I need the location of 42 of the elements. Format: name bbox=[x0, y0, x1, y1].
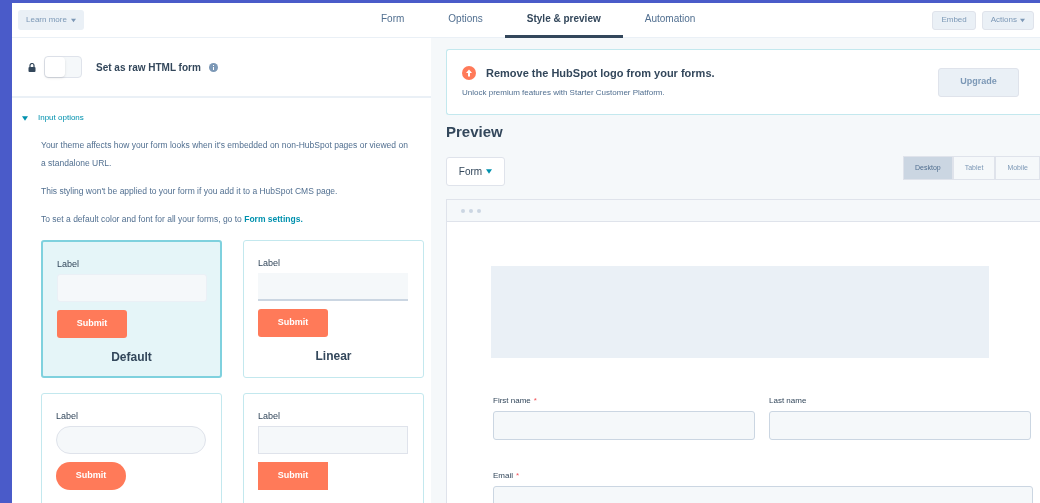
banner-text: Unlock premium features with Starter Customer Platform. bbox=[462, 87, 666, 100]
caret-icon bbox=[22, 115, 28, 121]
text-input[interactable] bbox=[493, 411, 755, 440]
form-field-label: First name bbox=[493, 395, 531, 407]
lock-icon bbox=[28, 62, 36, 72]
field-label: Label bbox=[258, 257, 282, 269]
form-field-label: Email bbox=[493, 470, 513, 482]
banner-title: Remove the HubSpot logo from your forms. bbox=[486, 65, 715, 81]
tab[interactable]: Form bbox=[359, 2, 427, 38]
tab[interactable]: Options bbox=[426, 2, 505, 38]
style-card[interactable]: Label Submit bbox=[243, 393, 424, 503]
window-dots-icon bbox=[461, 208, 481, 213]
description-text: This styling won't be applied to your form if you add it to a HubSpot CMS page. bbox=[41, 185, 339, 198]
form-field-label: Last name bbox=[769, 395, 807, 407]
required-mark: * bbox=[533, 395, 537, 407]
field-label: Label bbox=[57, 258, 81, 270]
preview-heading: Preview bbox=[446, 123, 504, 141]
section-toggle[interactable]: Input options bbox=[22, 112, 421, 124]
field-label: Label bbox=[56, 410, 80, 422]
toggle-label: Set as raw HTML form bbox=[96, 60, 201, 75]
style-card[interactable]: Label Submit Default bbox=[41, 240, 222, 378]
description-text: Your theme affects how your form looks when it's embedded on non-HubSpot pages or viewed on a standalone URL. bbox=[41, 139, 409, 170]
text-input[interactable] bbox=[769, 411, 1031, 440]
toggle-switch[interactable] bbox=[44, 56, 82, 78]
style-card[interactable]: Label Submit Linear bbox=[243, 240, 424, 378]
caret-icon bbox=[486, 169, 493, 174]
submit-button: Submit bbox=[57, 310, 127, 338]
settings-link[interactable]: Form settings. bbox=[244, 214, 303, 224]
caret-icon bbox=[70, 17, 76, 23]
submit-button: Submit bbox=[258, 309, 328, 337]
submit-button: Submit bbox=[56, 462, 126, 490]
submit-button: Submit bbox=[258, 462, 328, 490]
required-mark: * bbox=[516, 470, 520, 482]
style-name: Default bbox=[111, 349, 152, 366]
description-text: To set a default color and font for all your forms, go to Form settings. bbox=[41, 213, 304, 226]
tab[interactable]: Automation bbox=[622, 2, 718, 38]
caret-icon bbox=[1020, 17, 1025, 23]
field-label: Label bbox=[258, 410, 282, 422]
style-name: Linear bbox=[315, 348, 352, 365]
info-icon bbox=[208, 62, 218, 72]
style-card[interactable]: Label Submit bbox=[41, 393, 222, 503]
form-dropdown[interactable]: Form bbox=[446, 157, 505, 186]
